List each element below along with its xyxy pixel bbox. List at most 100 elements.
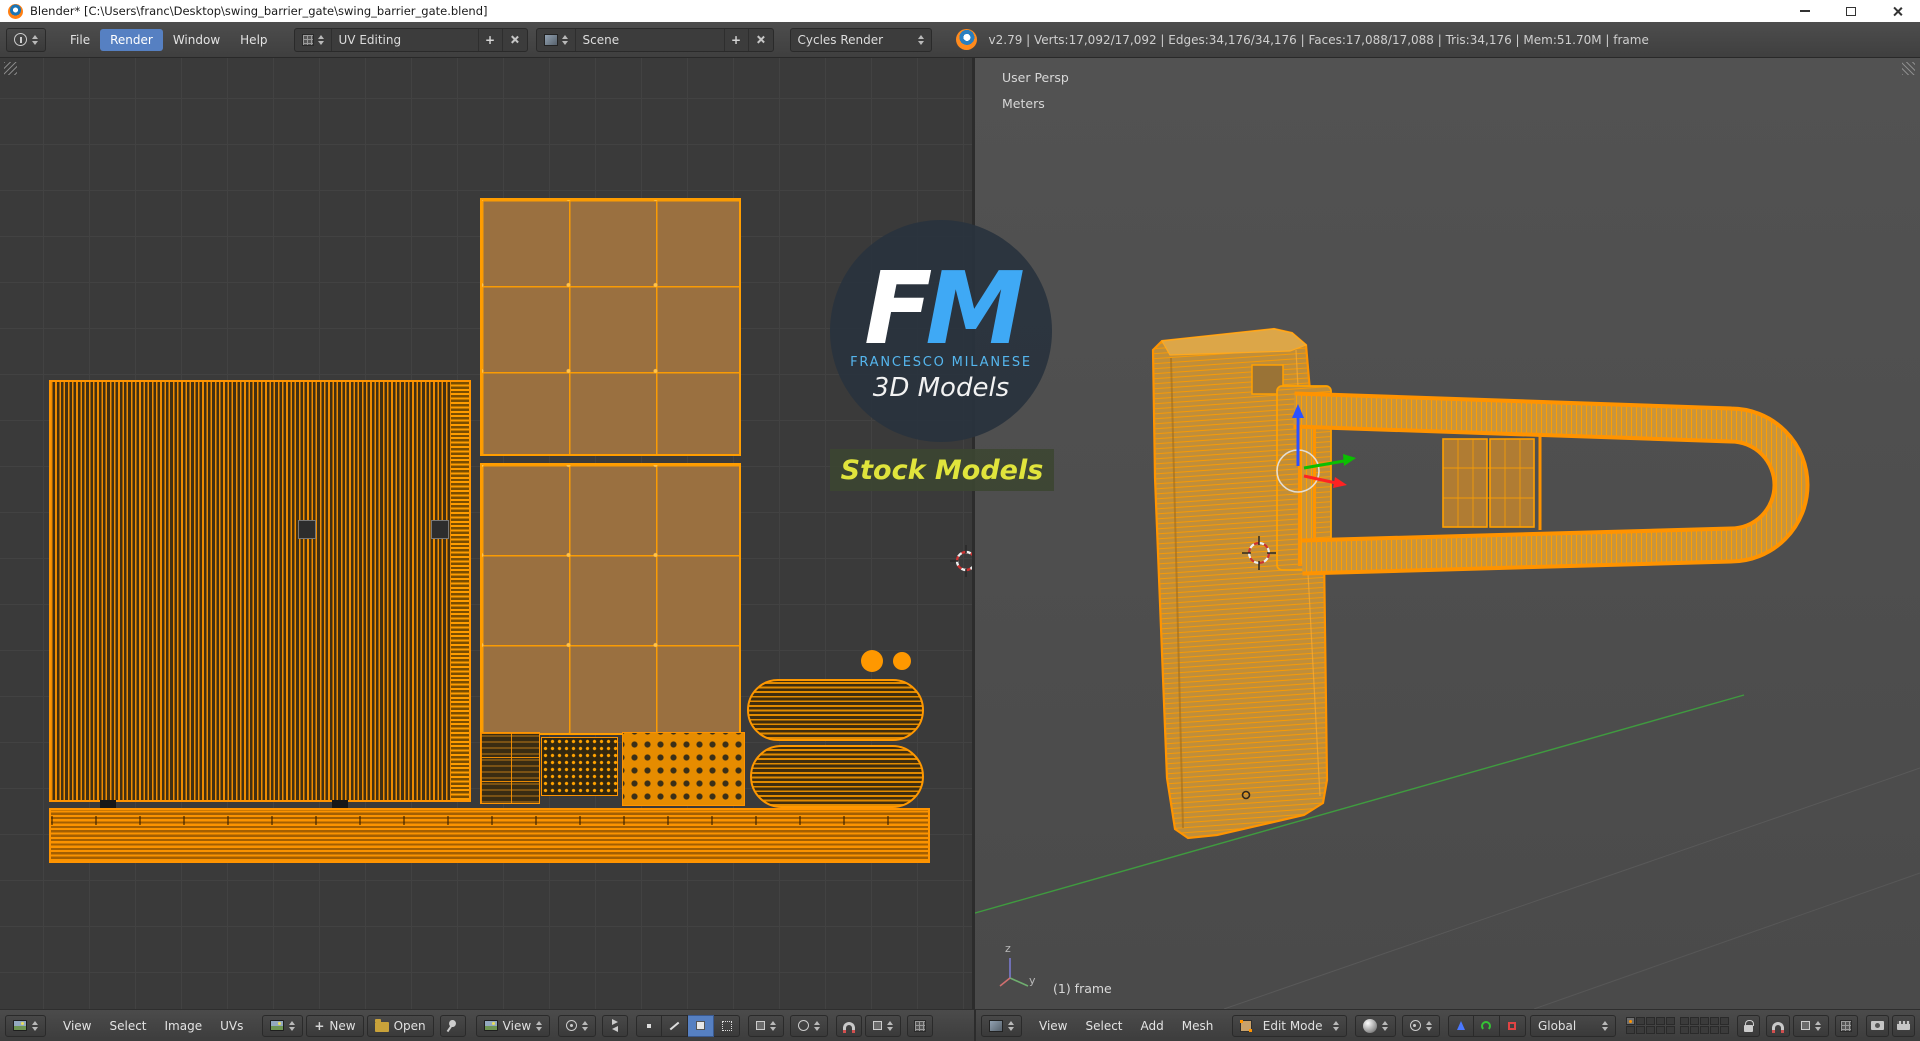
layer-10[interactable] [1720, 1017, 1730, 1025]
layer-16[interactable] [1680, 1026, 1690, 1034]
uv-menu-view[interactable]: View [54, 1015, 100, 1037]
render-engine-dropdown[interactable]: Cycles Render [789, 27, 932, 52]
layer-6[interactable] [1680, 1017, 1690, 1025]
uv-island-small-part-b[interactable] [541, 737, 618, 796]
pivot-point-dropdown[interactable] [558, 1014, 597, 1037]
transform-orientation-dropdown[interactable]: Global [1529, 1014, 1617, 1037]
layer-14[interactable] [1656, 1026, 1666, 1034]
pivot-center-dropdown[interactable] [1401, 1014, 1440, 1037]
scene-delete-button[interactable] [749, 29, 773, 51]
uv-island-capsule-bottom[interactable] [750, 745, 924, 808]
v3d-menu-select[interactable]: Select [1076, 1015, 1131, 1037]
uv-menu-uvs[interactable]: UVs [211, 1015, 252, 1037]
layer-2[interactable] [1636, 1017, 1646, 1025]
scene-browse-button[interactable] [537, 28, 576, 51]
layer-group-2[interactable] [1680, 1017, 1730, 1034]
pin-image-toggle[interactable] [439, 1014, 466, 1037]
layer-17[interactable] [1690, 1026, 1700, 1034]
layer-20[interactable] [1720, 1026, 1730, 1034]
uv-island-tick[interactable] [100, 800, 116, 808]
uv-menu-select[interactable]: Select [100, 1015, 155, 1037]
snap-toggle[interactable] [836, 1014, 863, 1037]
proportional-edit-dropdown[interactable] [790, 1014, 829, 1037]
v3d-menu-mesh[interactable]: Mesh [1173, 1015, 1223, 1037]
menu-window[interactable]: Window [163, 29, 230, 51]
layer-9[interactable] [1710, 1017, 1720, 1025]
menu-file[interactable]: File [60, 29, 100, 51]
editor-corner-widget[interactable] [4, 62, 17, 75]
uv-island-panel-bottom[interactable] [480, 463, 741, 735]
uv-island-small-part-c[interactable] [622, 732, 745, 806]
interaction-mode-dropdown[interactable]: Edit Mode [1232, 1014, 1347, 1037]
layer-18[interactable] [1700, 1026, 1710, 1034]
uv-select-vertex-button[interactable] [636, 1014, 663, 1037]
uv-island-disc-large[interactable] [861, 650, 883, 672]
screen-layout-delete-button[interactable] [503, 29, 527, 51]
layer-12[interactable] [1636, 1026, 1646, 1034]
layer-15[interactable] [1666, 1026, 1676, 1034]
uv-island-panel-top[interactable] [480, 198, 741, 456]
editor-splitter[interactable] [972, 58, 975, 1041]
manipulator-scale-button[interactable] [1499, 1014, 1526, 1037]
uv-island-tick[interactable] [332, 800, 348, 808]
new-image-button[interactable]: + New [306, 1014, 364, 1037]
menu-render[interactable]: Render [100, 28, 163, 51]
uv-island-capsule-top[interactable] [747, 679, 924, 741]
uv-menu-image[interactable]: Image [156, 1015, 212, 1037]
uv-island-disc-small[interactable] [893, 652, 911, 670]
gate-arm-mesh[interactable] [1293, 391, 1810, 576]
opengl-render-button[interactable] [1865, 1014, 1889, 1037]
viewport-shading-dropdown[interactable] [1354, 1014, 1396, 1037]
uv-draw-other-objects-toggle[interactable] [907, 1014, 934, 1037]
3d-viewport[interactable]: User Persp Meters (1) frame z y [974, 58, 1920, 1009]
uv-select-face-button[interactable] [688, 1014, 715, 1037]
manipulator-translate-button[interactable] [1447, 1014, 1474, 1037]
layer-4[interactable] [1656, 1017, 1666, 1025]
opengl-render-anim-button[interactable] [1891, 1014, 1915, 1037]
screen-layout-browse-button[interactable] [295, 28, 332, 51]
snap-element-dropdown[interactable] [865, 1014, 902, 1037]
editor-type-selector-info[interactable] [6, 27, 46, 52]
snap-toggle-3d[interactable] [1766, 1014, 1790, 1037]
uv-image-editor[interactable] [0, 58, 974, 1009]
menu-help[interactable]: Help [230, 29, 277, 51]
uv-select-island-button[interactable] [714, 1014, 741, 1037]
v3d-menu-add[interactable]: Add [1132, 1015, 1173, 1037]
layer-3[interactable] [1646, 1017, 1656, 1025]
screen-layout-name-field[interactable]: UV Editing [332, 28, 479, 51]
image-browse-button[interactable] [262, 1014, 304, 1037]
layer-7[interactable] [1690, 1017, 1700, 1025]
scene-name-field[interactable]: Scene [576, 28, 725, 51]
lock-to-scene-toggle[interactable] [1737, 1014, 1761, 1037]
uv-island-base-strip[interactable] [49, 808, 930, 863]
open-image-button[interactable]: Open [366, 1014, 434, 1037]
display-channel-dropdown[interactable]: View [475, 1014, 551, 1037]
editor-corner-widget[interactable] [1902, 62, 1915, 75]
layer-13[interactable] [1646, 1026, 1656, 1034]
uv-2d-cursor[interactable] [950, 545, 974, 577]
maximize-button[interactable] [1828, 0, 1874, 22]
manipulator-rotate-button[interactable] [1473, 1014, 1500, 1037]
layer-11[interactable] [1626, 1026, 1636, 1034]
close-button[interactable] [1874, 0, 1920, 22]
editor-type-selector-3d[interactable] [981, 1014, 1022, 1037]
uv-select-edge-button[interactable] [662, 1014, 689, 1037]
sticky-selection-dropdown[interactable] [748, 1014, 785, 1037]
uv-island-cabinet-stripes[interactable] [49, 380, 471, 802]
snap-peel-toggle[interactable] [1834, 1014, 1858, 1037]
layer-1[interactable] [1626, 1017, 1636, 1025]
uv-island-handle[interactable] [431, 520, 449, 539]
snap-element-dropdown-3d[interactable] [1792, 1014, 1829, 1037]
layer-8[interactable] [1700, 1017, 1710, 1025]
uv-island-handle[interactable] [298, 520, 316, 539]
layer-19[interactable] [1710, 1026, 1720, 1034]
screen-layout-add-button[interactable]: + [479, 28, 503, 51]
scene-add-button[interactable]: + [725, 28, 749, 51]
v3d-menu-view[interactable]: View [1030, 1015, 1076, 1037]
layer-group-1[interactable] [1626, 1017, 1676, 1034]
minimize-button[interactable] [1782, 0, 1828, 22]
layer-5[interactable] [1666, 1017, 1676, 1025]
uv-island-small-part-a[interactable] [480, 732, 540, 804]
editor-type-selector-uv[interactable] [5, 1014, 46, 1037]
uv-sync-selection-toggle[interactable] [602, 1014, 629, 1037]
